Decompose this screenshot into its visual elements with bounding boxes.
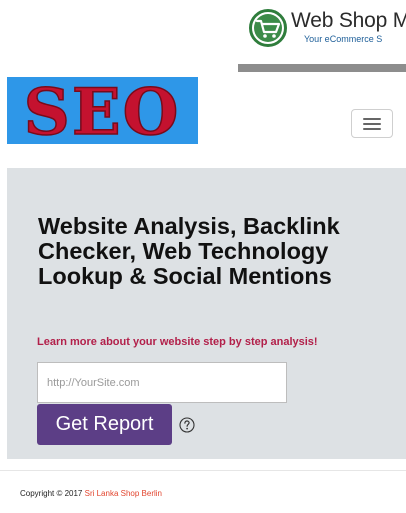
copyright-notice: Copyright © 2017 Sri Lanka Shop Berlin xyxy=(20,489,162,498)
hero-title: Website Analysis, Backlink Checker, Web … xyxy=(38,213,340,289)
get-report-button[interactable]: Get Report xyxy=(37,404,172,445)
hero-section: Website Analysis, Backlink Checker, Web … xyxy=(7,168,406,459)
brand-name: Web Shop M xyxy=(291,9,406,32)
copyright-text: Copyright © 2017 xyxy=(20,489,85,498)
seo-banner-graphic: SEO xyxy=(23,74,181,151)
website-url-input[interactable] xyxy=(37,362,287,403)
hamburger-menu-button[interactable] xyxy=(351,109,393,138)
shopping-cart-logo-icon xyxy=(249,9,287,47)
brand-tagline: Your eCommerce S xyxy=(304,34,383,44)
seo-banner-text: SEO xyxy=(24,77,181,144)
brand-logo-link[interactable]: Web Shop M Your eCommerce S xyxy=(0,0,406,60)
copyright-link[interactable]: Sri Lanka Shop Berlin xyxy=(85,489,162,498)
question-circle-icon[interactable] xyxy=(179,417,195,433)
site-header: Web Shop M Your eCommerce S xyxy=(0,0,406,80)
seo-banner-logo[interactable]: SEO xyxy=(7,74,198,151)
hero-subtitle: Learn more about your website step by st… xyxy=(37,336,318,348)
footer-divider xyxy=(0,470,406,471)
header-divider xyxy=(238,64,406,72)
